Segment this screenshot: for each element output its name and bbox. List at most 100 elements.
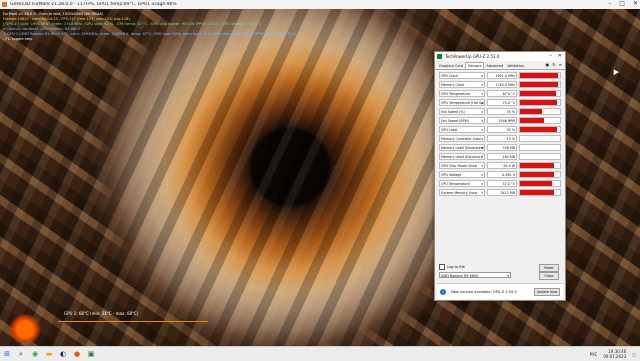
sensor-graph-fill <box>520 163 554 168</box>
sensor-row: GPU Temperature (Hot Spot) ▾ 75.0 °C <box>439 98 561 107</box>
sensor-graph-fill <box>520 190 554 195</box>
sensor-name: Memory Controller Load <box>441 137 481 141</box>
window-title: Geeks3D FurMark v1.28.0.0 - 117FPS, GPU1… <box>10 2 177 7</box>
notification-icon[interactable]: ▢ <box>632 352 636 357</box>
close-button[interactable]: ✕ <box>633 0 638 7</box>
sensor-row: Memory Clock ▾ 1740.0 MHz <box>439 80 561 89</box>
steam-icon[interactable]: ◐ <box>56 347 70 361</box>
sensor-name-dropdown[interactable]: GPU Load ▾ <box>439 126 485 133</box>
sensor-value: 1740.0 MHz <box>487 81 517 88</box>
refresh-icon[interactable]: ↻ <box>552 62 555 67</box>
sensor-graph-fill <box>520 100 557 105</box>
minimize-button[interactable]: – <box>608 0 611 7</box>
sensor-name-dropdown[interactable]: Memory Used (Dedicated) ▾ <box>439 144 485 151</box>
camera-icon[interactable]: ▣ <box>546 62 550 67</box>
sensor-name: GPU Temperature (Hot Spot) <box>441 101 485 105</box>
tab-graphics-card[interactable]: Graphics Card <box>437 63 465 69</box>
furmark-taskbar-icon[interactable]: ● <box>70 347 84 361</box>
sensor-name-dropdown[interactable]: System Memory Used ▾ <box>439 189 485 196</box>
sensor-row: Fan Speed (RPM) ▾ 1946 RPM <box>439 116 561 125</box>
clock-date: 09.07.2023 <box>603 354 627 359</box>
chevron-down-icon: ▾ <box>481 101 483 105</box>
tab-advanced[interactable]: Advanced <box>484 63 505 69</box>
maximize-button[interactable]: □ <box>619 0 625 7</box>
sensor-graph-fill <box>520 73 558 78</box>
sensor-name-dropdown[interactable]: Memory Clock ▾ <box>439 81 485 88</box>
sensor-name: Memory Clock <box>441 83 465 87</box>
chevron-down-icon: ▾ <box>507 274 509 278</box>
file-explorer-icon[interactable]: ▬ <box>42 347 56 361</box>
osd-line: > GPU 1 (AMD Radeon RX 6600 XT) - core: … <box>3 32 297 36</box>
chevron-down-icon: ▾ <box>481 137 483 141</box>
sensor-name: GPU Load <box>441 128 457 132</box>
sensor-name: GPU Chip Power Draw <box>441 164 478 168</box>
sensor-value: 546 MB <box>487 144 517 151</box>
chevron-down-icon: ▾ <box>481 92 483 96</box>
sensor-graph <box>519 153 561 160</box>
log-to-file-checkbox[interactable] <box>439 264 445 270</box>
sensor-name-dropdown[interactable]: CPU Temperature ▾ <box>439 180 485 187</box>
sensor-name-dropdown[interactable]: GPU Clock ▾ <box>439 72 485 79</box>
chrome-icon[interactable]: ◉ <box>28 347 42 361</box>
menu-icon[interactable]: ≡ <box>559 62 562 67</box>
sensor-name-dropdown[interactable]: Fan Speed (%) ▾ <box>439 108 485 115</box>
graph-label: GPU 1: 68°C (min: 34°C - max: 68°C) <box>64 311 139 316</box>
sensor-graph <box>519 180 561 187</box>
sensor-graph <box>519 81 561 88</box>
clock[interactable]: 19:30:46 09.07.2023 <box>603 349 626 359</box>
sensor-graph <box>519 99 561 106</box>
gpuz-close-button[interactable]: ✕ <box>558 53 562 59</box>
gpuz-title-bar: TechPowerUp GPU-Z 2.53.0 – ✕ <box>435 52 565 61</box>
gpuz-app-icon <box>437 54 442 59</box>
sensor-graph-fill <box>520 91 556 96</box>
update-message: New version available: GPU-Z 2.54.0 <box>451 289 517 294</box>
sensor-name-dropdown[interactable]: GPU Voltage ▾ <box>439 171 485 178</box>
gpuz-taskbar-icon[interactable]: ▣ <box>84 347 98 361</box>
tab-validation[interactable]: Validation <box>505 63 526 69</box>
sensor-name-dropdown[interactable]: GPU Temperature (Hot Spot) ▾ <box>439 99 485 106</box>
sensor-value: 57.0 °C <box>487 180 517 187</box>
sensor-row: Fan Speed (%) ▾ 55 % <box>439 107 561 116</box>
sensor-graph-fill <box>520 172 554 177</box>
sensor-row: GPU Chip Power Draw ▾ 95.0 W <box>439 161 561 170</box>
sensor-name: Fan Speed (%) <box>441 110 465 114</box>
language-indicator[interactable]: РУС <box>590 352 598 357</box>
sensor-name-dropdown[interactable]: GPU Chip Power Draw ▾ <box>439 162 485 169</box>
gpuz-window: TechPowerUp GPU-Z 2.53.0 – ✕ Graphics Ca… <box>434 51 566 301</box>
chevron-down-icon: ▾ <box>481 119 483 123</box>
close-gpuz-button[interactable]: Close <box>539 272 559 280</box>
sensor-row: Memory Used (Dynamic) ▾ 164 MB <box>439 152 561 161</box>
sensor-name-dropdown[interactable]: Memory Used (Dynamic) ▾ <box>439 153 485 160</box>
sensor-name-dropdown[interactable]: GPU Temperature ▾ <box>439 90 485 97</box>
gpu-select-dropdown[interactable]: AMD Radeon RX 6600 ▾ <box>439 272 511 278</box>
tab-sensors[interactable]: Sensors <box>464 62 485 69</box>
sensor-list: GPU Clock ▾ 1991.0 MHz Memory Clock ▾ 1740.0 … <box>439 71 561 197</box>
sensor-row: GPU Voltage ▾ 0.981 V <box>439 170 561 179</box>
sensor-value: 0.981 V <box>487 171 517 178</box>
chevron-down-icon: ▾ <box>481 173 483 177</box>
gpuz-minimize-button[interactable]: – <box>549 53 552 59</box>
sensor-row: GPU Load ▾ 92 % <box>439 125 561 134</box>
sensor-graph <box>519 162 561 169</box>
search-icon[interactable]: ⌕ <box>14 347 28 361</box>
sensor-graph-fill <box>520 118 544 123</box>
start-icon[interactable]: ⊞ <box>0 347 14 361</box>
furmark-logo <box>8 313 42 343</box>
sensor-row: Memory Controller Load ▾ 13 % <box>439 134 561 143</box>
sensor-graph <box>519 117 561 124</box>
update-notice: i New version available: GPU-Z 2.54.0 Up… <box>437 283 563 299</box>
chevron-down-icon: ▾ <box>481 110 483 114</box>
taskbar: ⊞ ⌕ ◉ ▬ ◐ ● ▣ РУС 19:30:46 09.07.2023 ▢ <box>0 346 640 361</box>
osd-overlay: FurMark v1.28.0.0 - Burn-in test, 1920x1… <box>3 12 296 42</box>
sensor-name: Memory Used (Dedicated) <box>441 146 485 150</box>
gpu-select-value: AMD Radeon RX 6600 <box>441 274 479 278</box>
sensor-name-dropdown[interactable]: Memory Controller Load ▾ <box>439 135 485 142</box>
chevron-down-icon: ▾ <box>481 74 483 78</box>
update-now-button[interactable]: Update Now <box>534 288 560 296</box>
sensor-row: GPU Clock ▾ 1991.0 MHz <box>439 71 561 80</box>
sensor-name: GPU Voltage <box>441 173 462 177</box>
sensor-name-dropdown[interactable]: Fan Speed (RPM) ▾ <box>439 117 485 124</box>
sensor-graph <box>519 189 561 196</box>
reset-button[interactable]: Reset <box>539 264 559 272</box>
sensor-value: 1946 RPM <box>487 117 517 124</box>
